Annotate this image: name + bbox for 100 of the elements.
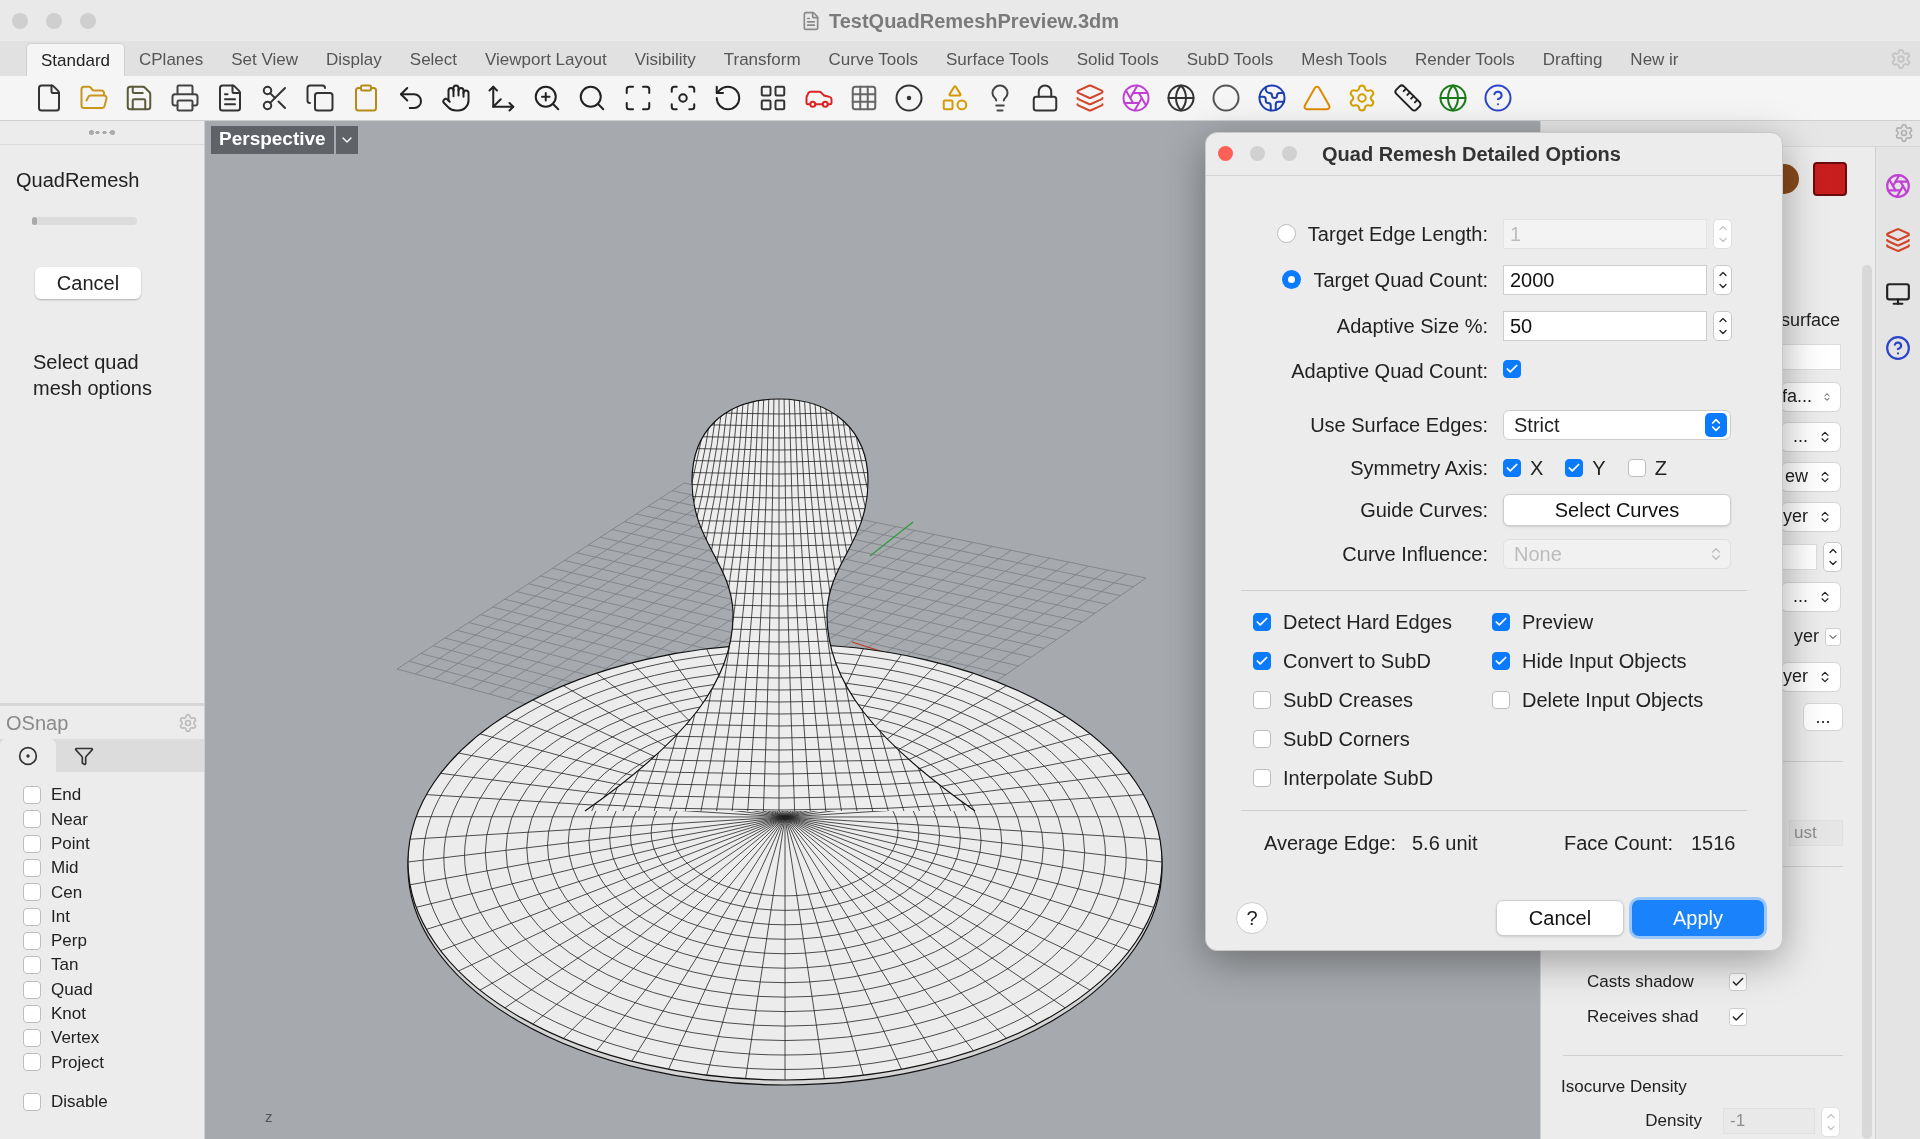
dropdown-select[interactable]: fa... (1781, 381, 1841, 412)
checkmark-icon (1494, 654, 1508, 668)
input-field[interactable]: 50 (1503, 310, 1707, 341)
help-button[interactable]: ? (1236, 901, 1268, 934)
apply-button[interactable]: Apply (1632, 899, 1764, 936)
toolbar-tab[interactable]: Render Tools (1400, 43, 1529, 77)
checkbox[interactable] (23, 956, 41, 975)
copy-icon[interactable] (305, 83, 336, 113)
stat-label: Average Edge: (1264, 830, 1397, 856)
rotate-view-icon[interactable] (486, 83, 517, 113)
checkbox[interactable] (23, 1004, 41, 1023)
checkbox[interactable] (1253, 769, 1271, 787)
toolbar-tab[interactable]: Mesh Tools (1287, 43, 1401, 77)
dropdown-select[interactable]: ... (1781, 581, 1841, 612)
checkbox[interactable] (23, 786, 41, 805)
field-label: Casts shadow (1587, 971, 1695, 994)
printer-icon[interactable] (169, 83, 200, 113)
checkbox[interactable] (23, 1093, 41, 1112)
input-field[interactable]: 2000 (1503, 264, 1707, 295)
toolbar-tab[interactable]: Drafting (1528, 43, 1617, 77)
toolbar-tab[interactable]: Standard (26, 43, 125, 77)
checkbox[interactable] (1492, 613, 1510, 631)
toolbar-tab[interactable]: SubD Tools (1172, 43, 1288, 77)
input-field[interactable] (1781, 543, 1817, 570)
stepper[interactable] (1713, 264, 1732, 295)
toolbar-tab[interactable]: Curve Tools (814, 43, 933, 77)
drag-handle-icon[interactable] (89, 129, 115, 135)
dropdown-select[interactable]: yer (1781, 501, 1841, 532)
osnap-icon[interactable] (894, 83, 925, 113)
checkbox[interactable] (23, 907, 41, 926)
checkbox[interactable] (1503, 359, 1521, 378)
checkbox[interactable] (1253, 652, 1271, 670)
layers-icon[interactable] (1075, 83, 1106, 113)
toolbar-tab[interactable]: CPlanes (125, 43, 218, 77)
viewport-tab[interactable]: Perspective (211, 125, 334, 154)
shaded-sphere-icon[interactable] (1256, 83, 1287, 113)
dimension-icon[interactable] (1392, 83, 1423, 113)
toolbar-tab[interactable]: Select (395, 43, 472, 77)
field-label: Adaptive Size %: (1335, 313, 1488, 339)
cancel-button[interactable]: Cancel (35, 266, 141, 299)
checkbox[interactable] (1627, 458, 1646, 477)
material-icon[interactable] (1813, 161, 1847, 196)
monitor-icon[interactable] (1885, 280, 1912, 307)
globe-icon[interactable] (1437, 83, 1468, 113)
toolbar-tab[interactable]: Viewport Layout (471, 43, 621, 77)
input-field[interactable] (1781, 343, 1841, 370)
osnap-label: Tan (51, 954, 79, 977)
dropdown-select[interactable]: yer (1781, 661, 1841, 692)
toolbar-tab[interactable]: Surface Tools (932, 43, 1063, 77)
hand-icon[interactable] (441, 83, 472, 113)
wireframe-sphere-icon[interactable] (1166, 83, 1197, 113)
checkbox[interactable] (23, 1029, 41, 1048)
checkbox[interactable] (1503, 458, 1521, 477)
checkbox[interactable] (23, 931, 41, 950)
grid-icon[interactable] (849, 83, 879, 113)
osnap-label: Perp (51, 930, 87, 953)
toolbar-tab[interactable]: Solid Tools (1062, 43, 1173, 77)
help-icon[interactable] (1885, 334, 1912, 361)
checkbox[interactable] (1565, 458, 1584, 477)
window-title: TestQuadRemeshPreview.3dm (828, 8, 1120, 34)
checkbox[interactable] (23, 980, 41, 999)
cone-icon[interactable] (1301, 83, 1332, 113)
select-curves-button[interactable]: Select Curves (1503, 493, 1731, 526)
dropdown-button[interactable] (335, 125, 358, 154)
dropdown-select[interactable]: ew (1781, 461, 1841, 492)
cancel-button[interactable]: Cancel (1496, 899, 1624, 936)
more-button[interactable]: ... (1803, 702, 1843, 731)
dropdown-select[interactable]: ... (1781, 421, 1841, 452)
checkbox[interactable] (23, 1053, 41, 1072)
checkbox[interactable] (1253, 613, 1271, 631)
stepper[interactable] (1823, 541, 1842, 572)
stepper[interactable] (1713, 310, 1732, 341)
osnap-label: Int (51, 905, 70, 928)
checkbox[interactable] (23, 859, 41, 878)
toolbar-tab[interactable]: New ir (1616, 43, 1693, 77)
checkmark-icon (1255, 654, 1269, 668)
dropdown-select[interactable]: Strict (1503, 409, 1731, 440)
toolbar-tab[interactable]: Set View (217, 43, 313, 77)
radio-button[interactable] (1276, 224, 1296, 243)
color-wheel-icon[interactable] (1885, 172, 1912, 199)
radio-button[interactable] (1282, 270, 1302, 289)
checkbox[interactable] (23, 834, 41, 853)
checkbox[interactable] (23, 810, 41, 829)
toolbar-tab[interactable]: Visibility (620, 43, 710, 77)
checkbox[interactable] (1492, 652, 1510, 670)
close-button[interactable] (1218, 146, 1233, 161)
checkmark-icon (1731, 1010, 1745, 1024)
checkbox[interactable] (23, 883, 41, 902)
help-icon[interactable] (1483, 83, 1514, 113)
checkbox[interactable] (1253, 730, 1271, 748)
dropdown-select[interactable]: yer (1781, 622, 1841, 651)
toolbar-tab[interactable]: Display (312, 43, 396, 77)
layers-icon[interactable] (1885, 226, 1912, 253)
checkbox[interactable] (1253, 691, 1271, 709)
checkbox[interactable] (1492, 691, 1510, 709)
sphere-icon[interactable] (1211, 83, 1242, 113)
filter-icon (74, 745, 94, 766)
color-wheel-icon[interactable] (1120, 83, 1151, 113)
osnap-label: Quad (51, 978, 93, 1001)
toolbar-tab[interactable]: Transform (709, 43, 815, 77)
